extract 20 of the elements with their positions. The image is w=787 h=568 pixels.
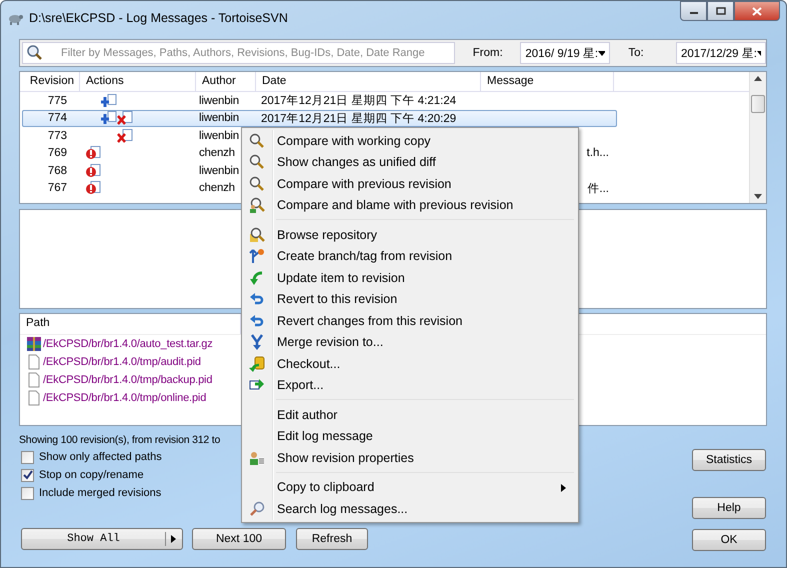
from-label: From: — [472, 47, 504, 59]
author-cell-text: chenzh — [198, 147, 236, 160]
to-label: To: — [628, 47, 645, 59]
author-cell-text: liwenbin — [198, 112, 240, 124]
date-cell-text: 2017年12月21日 星期四 下午 4:20:29 — [260, 112, 458, 126]
revision-cell-text: 769 — [46, 147, 68, 160]
window-title: D:\sre\EkCPSD - Log Messages - TortoiseSVN — [29, 11, 288, 25]
message-cell-text: t.h... — [586, 147, 610, 160]
status-text: Showing 100 revision(s), from revision 312 to — [19, 433, 222, 448]
message-cell-text: 件... — [586, 182, 610, 196]
author-cell-text: liwenbin — [198, 164, 240, 177]
revision-cell-text: 767 — [46, 182, 68, 194]
revision-cell-text: 775 — [46, 94, 68, 107]
author-cell-text: chenzh — [198, 182, 236, 194]
date-cell-text: 2017年12月21日 星期四 下午 4:21:24 — [260, 94, 458, 108]
author-cell-text: liwenbin — [198, 94, 240, 107]
revision-cell-text: 774 — [46, 112, 68, 124]
revision-cell-text: 768 — [46, 164, 68, 177]
revision-cell-text: 773 — [46, 130, 68, 142]
author-cell-text: liwenbin — [198, 130, 240, 142]
